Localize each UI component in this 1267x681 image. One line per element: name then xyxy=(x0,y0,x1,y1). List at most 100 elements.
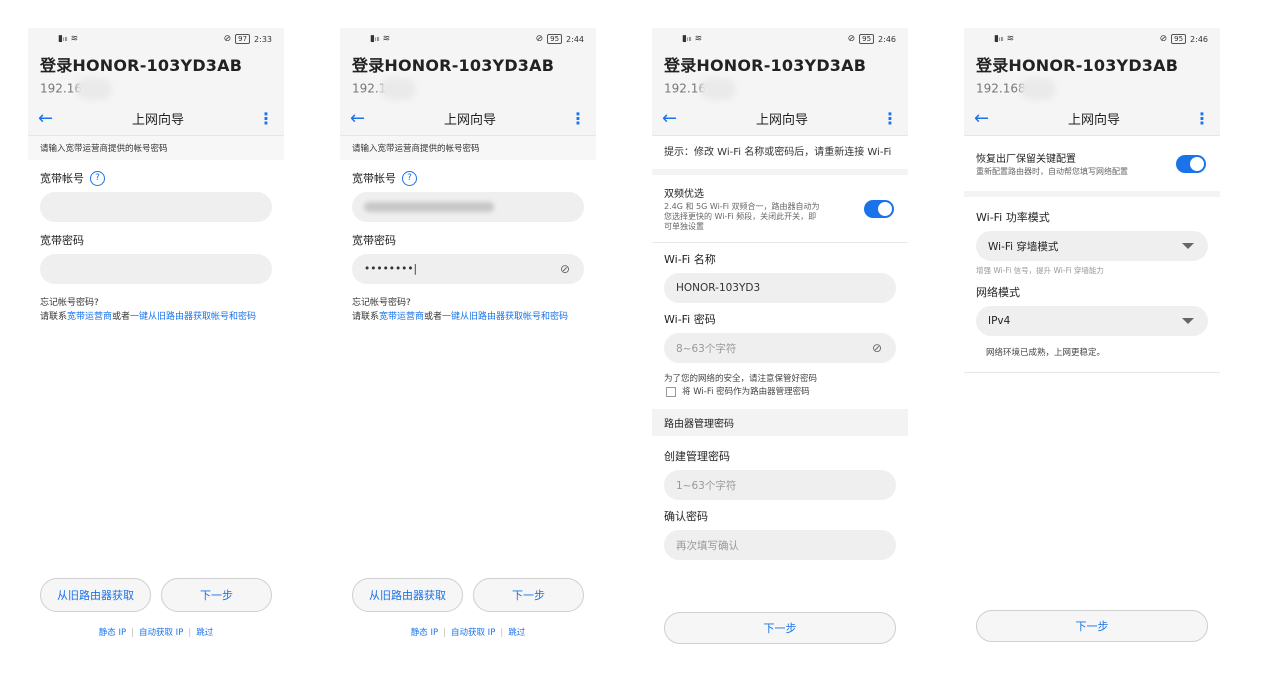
account-input[interactable] xyxy=(40,192,272,222)
page-header: 登录HONOR-103YD3AB 192.168 xyxy=(964,50,1220,102)
confirm-admin-input[interactable]: 再次填写确认 xyxy=(664,530,896,560)
forgot-help: 忘记帐号密码? 请联系宽带运营商或者一键从旧路由器获取帐号和密码 xyxy=(40,298,257,322)
wifi-icon: ≋ xyxy=(70,34,79,44)
get-from-old-router-button[interactable]: 从旧路由器获取 xyxy=(40,578,151,612)
power-mode-select[interactable]: Wi-Fi 穿墙模式 xyxy=(976,231,1208,261)
hint-text: 请输入宽带运营商提供的帐号密码 xyxy=(340,136,596,160)
app-bar: ← 上网向导 ⋮ xyxy=(652,102,908,136)
router-ip: 192.16 xyxy=(664,78,736,100)
clock: 2:46 xyxy=(1190,34,1208,44)
back-arrow-icon[interactable]: ← xyxy=(38,108,58,129)
router-ip: 192.16 xyxy=(40,78,112,100)
back-arrow-icon[interactable]: ← xyxy=(662,108,682,129)
mute-icon: ⊘ xyxy=(223,34,232,44)
static-ip-link[interactable]: 静态 IP xyxy=(411,628,438,638)
back-arrow-icon[interactable]: ← xyxy=(974,108,994,129)
next-button[interactable]: 下一步 xyxy=(473,578,584,612)
help-icon[interactable]: ? xyxy=(90,170,105,186)
security-note: 为了您的网络的安全，请注意保管好密码 将 Wi-Fi 密码作为路由器管理密码 xyxy=(664,374,818,397)
status-bar: ▮ᵢₗₗ ≋ ⊘ 97 2:33 xyxy=(28,28,284,50)
confirm-admin-label: 确认密码 xyxy=(664,510,708,523)
page-header: 登录HONOR-103YD3AB 192.16 xyxy=(652,50,908,102)
account-label: 宽带帐号? xyxy=(28,160,284,192)
forgot-help: 忘记帐号密码? 请联系宽带运营商或者一键从旧路由器获取帐号和密码 xyxy=(352,298,569,322)
wifi-password-input[interactable]: 8~63个字符 ⊘ xyxy=(664,333,896,363)
restore-config-row: 恢复出厂保留关键配置 重新配置路由器时，自动帮您填写网络配置 xyxy=(964,136,1220,197)
app-bar-title: 上网向导 xyxy=(755,113,808,128)
more-menu-icon[interactable]: ⋮ xyxy=(882,109,898,128)
static-ip-link[interactable]: 静态 IP xyxy=(99,628,126,638)
status-bar: ▮ᵢₗₗ ≋ ⊘ 95 2:46 xyxy=(652,28,908,50)
phone-screen-4: ▮ᵢₗₗ ≋ ⊘ 95 2:46 登录HONOR-103YD3AB 192.168 ←… xyxy=(964,28,1220,652)
next-button[interactable]: 下一步 xyxy=(976,610,1208,642)
hide-password-icon[interactable]: ⊘ xyxy=(560,262,570,276)
wifi-icon: ≋ xyxy=(694,34,703,44)
page-header: 登录HONOR-103YD3AB 192.1 xyxy=(340,50,596,102)
fetch-from-old-router-link[interactable]: 一键从旧路由器获取帐号和密码 xyxy=(442,312,568,322)
mute-icon: ⊘ xyxy=(535,34,544,44)
signal-icon: ▮ᵢₗₗ xyxy=(682,34,692,44)
app-bar: ← 上网向导 ⋮ xyxy=(28,102,284,136)
create-admin-label: 创建管理密码 xyxy=(664,450,730,463)
skip-link[interactable]: 跳过 xyxy=(196,628,213,638)
auto-ip-link[interactable]: 自动获取 IP xyxy=(139,628,183,638)
power-mode-label: Wi-Fi 功率模式 xyxy=(976,211,1050,224)
wifi-icon: ≋ xyxy=(1006,34,1015,44)
get-from-old-router-button[interactable]: 从旧路由器获取 xyxy=(352,578,463,612)
dropdown-caret-icon xyxy=(1182,243,1194,249)
app-bar: ← 上网向导 ⋮ xyxy=(340,102,596,136)
network-mode-select[interactable]: IPv4 xyxy=(976,306,1208,336)
wifi-icon: ≋ xyxy=(382,34,391,44)
app-bar-title: 上网向导 xyxy=(443,113,496,128)
account-input[interactable] xyxy=(352,192,584,222)
skip-link[interactable]: 跳过 xyxy=(508,628,525,638)
hint-text: 请输入宽带运营商提供的帐号密码 xyxy=(28,136,284,160)
signal-icon: ▮ᵢₗₗ xyxy=(370,34,380,44)
password-label: 宽带密码 xyxy=(352,234,396,247)
password-input[interactable] xyxy=(40,254,272,284)
admin-section-header: 路由器管理密码 xyxy=(652,409,908,436)
page-title: 登录HONOR-103YD3AB xyxy=(352,56,555,75)
account-label: 宽带帐号? xyxy=(340,160,596,192)
battery-icon: 95 xyxy=(547,34,563,44)
restore-config-desc: 重新配置路由器时，自动帮您填写网络配置 xyxy=(976,167,1128,176)
page-title: 登录HONOR-103YD3AB xyxy=(40,56,243,75)
app-bar-title: 上网向导 xyxy=(1067,113,1120,128)
phone-screen-1: ▮ᵢₗₗ ≋ ⊘ 97 2:33 登录HONOR-103YD3AB 192.16 ← … xyxy=(28,28,284,652)
phone-screen-3: ▮ᵢₗₗ ≋ ⊘ 95 2:46 登录HONOR-103YD3AB 192.16 ← … xyxy=(652,28,908,652)
isp-link[interactable]: 宽带运营商 xyxy=(379,312,424,322)
use-as-admin-checkbox[interactable] xyxy=(666,386,676,397)
battery-icon: 95 xyxy=(859,34,875,44)
wifi-name-input[interactable]: HONOR-103YD3 xyxy=(664,273,896,303)
app-bar-title: 上网向导 xyxy=(131,113,184,128)
dual-band-toggle[interactable] xyxy=(864,199,894,218)
isp-link[interactable]: 宽带运营商 xyxy=(67,312,112,322)
more-menu-icon[interactable]: ⋮ xyxy=(1194,109,1210,128)
blurred-account-value xyxy=(364,202,494,212)
create-admin-input[interactable]: 1~63个字符 xyxy=(664,470,896,500)
footer-links: 静态 IP | 自动获取 IP | 跳过 xyxy=(98,628,214,638)
mute-icon: ⊘ xyxy=(1159,34,1168,44)
back-arrow-icon[interactable]: ← xyxy=(350,108,370,129)
network-mode-label: 网络模式 xyxy=(976,286,1020,299)
dual-band-title: 双频优选 xyxy=(664,189,704,200)
router-ip: 192.1 xyxy=(352,78,417,100)
help-icon[interactable]: ? xyxy=(402,170,417,186)
more-menu-icon[interactable]: ⋮ xyxy=(570,109,586,128)
fetch-from-old-router-link[interactable]: 一键从旧路由器获取帐号和密码 xyxy=(130,312,256,322)
dual-band-row: 双频优选 2.4G 和 5G Wi-Fi 双频合一，路由器自动为您选择更快的 W… xyxy=(652,175,908,243)
password-input[interactable]: ••••••••| ⊘ xyxy=(352,254,584,284)
dual-band-desc: 2.4G 和 5G Wi-Fi 双频合一，路由器自动为您选择更快的 Wi-Fi … xyxy=(664,202,820,231)
restore-config-toggle[interactable] xyxy=(1176,154,1206,173)
next-button[interactable]: 下一步 xyxy=(161,578,272,612)
status-bar: ▮ᵢₗₗ ≋ ⊘ 95 2:44 xyxy=(340,28,596,50)
more-menu-icon[interactable]: ⋮ xyxy=(258,109,274,128)
password-label: 宽带密码 xyxy=(40,234,84,247)
wifi-name-label: Wi-Fi 名称 xyxy=(664,253,716,266)
auto-ip-link[interactable]: 自动获取 IP xyxy=(451,628,495,638)
next-button[interactable]: 下一步 xyxy=(664,612,896,644)
clock: 2:44 xyxy=(566,34,584,44)
wifi-password-label: Wi-Fi 密码 xyxy=(664,313,716,326)
network-mode-note: 网络环境已成熟，上网更稳定。 xyxy=(964,336,1220,373)
hide-password-icon[interactable]: ⊘ xyxy=(872,341,882,355)
